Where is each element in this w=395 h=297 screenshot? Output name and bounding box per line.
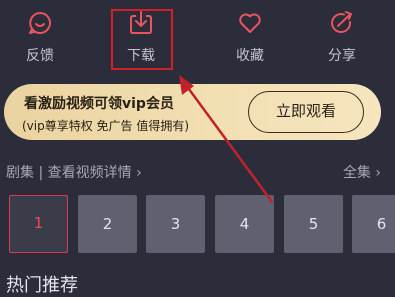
annotation-arrow: [179, 75, 274, 204]
